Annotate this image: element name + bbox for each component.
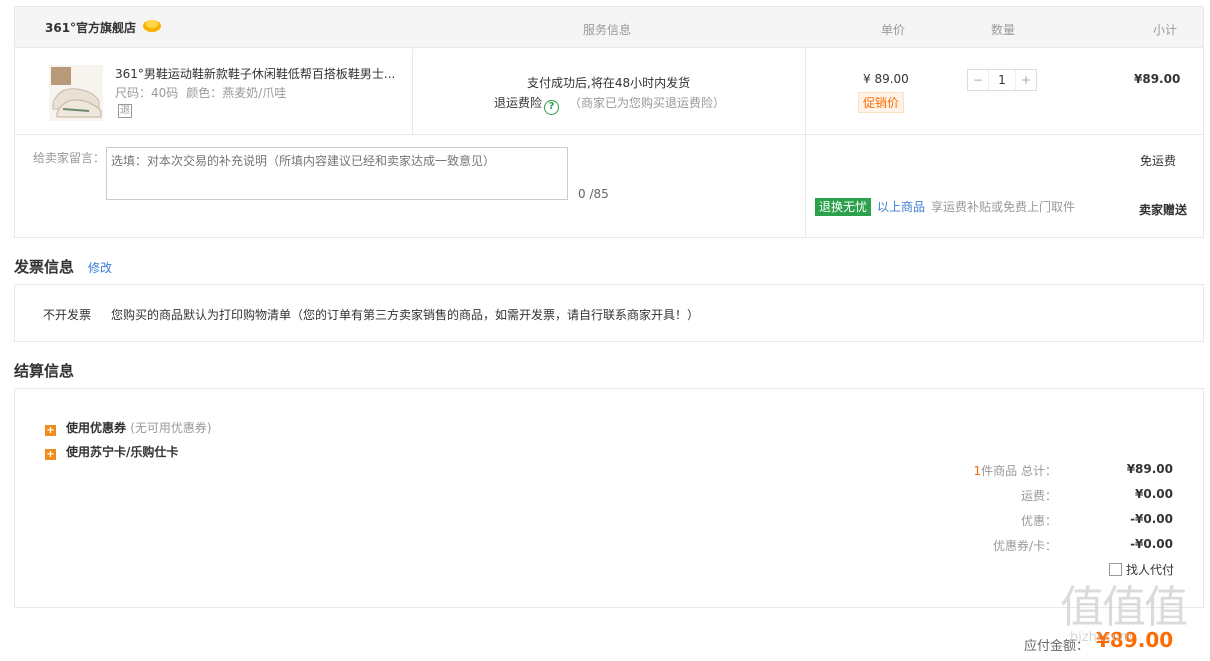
freight-value: ¥0.00: [1135, 487, 1173, 501]
line-subtotal: ¥89.00: [1134, 72, 1181, 86]
return-badge: 退: [118, 104, 132, 118]
product-attributes: 尺码：40码 颜色：燕麦奶/爪哇: [115, 84, 286, 101]
message-label: 给卖家留言：: [33, 151, 106, 165]
invoice-modify-link[interactable]: 修改: [88, 259, 112, 276]
service-shipping-note: 支付成功后,将在48小时内发货: [527, 76, 691, 90]
qty-input[interactable]: 1: [988, 70, 1016, 90]
coupon-label: 使用优惠券: [66, 421, 127, 435]
store-name[interactable]: 361°官方旗舰店: [45, 19, 136, 36]
message-char-count: 0 /85: [578, 187, 609, 201]
invoice-box: 不开发票 您购买的商品默认为打印购物清单（您的订单有第三方卖家销售的商品，如需开…: [14, 284, 1204, 342]
seller-gift: 卖家赠送: [1139, 203, 1188, 217]
message-row: 给卖家留言： 0 /85 免运费 退换无忧以上商品享运费补贴或免费上门取件 卖家…: [15, 135, 1203, 238]
coupon-card-label: 优惠券/卡：: [992, 539, 1057, 553]
card-label: 使用苏宁卡/乐购仕卡: [66, 445, 179, 459]
seller-message-input[interactable]: [106, 147, 568, 200]
settlement-title: 结算信息: [14, 362, 75, 380]
col-service: 服务信息: [583, 23, 632, 37]
use-coupon-toggle[interactable]: + 使用优惠券 (无可用优惠券): [45, 419, 212, 436]
order-box: 361°官方旗舰店 服务信息 单价 数量 小计 361°男鞋运动鞋新款鞋子休闲鞋…: [14, 6, 1204, 238]
expand-plus-icon: +: [45, 449, 56, 460]
above-items-link[interactable]: 以上商品: [877, 200, 925, 214]
divider: [412, 49, 413, 135]
invoice-type: 不开发票: [43, 308, 92, 322]
service-insurance: 退运费险? （商家已为您购买退运费险）: [494, 94, 725, 115]
product-color: 颜色：燕麦奶/爪哇: [186, 86, 287, 100]
qty-decrease-button[interactable]: −: [968, 70, 988, 90]
product-thumbnail[interactable]: [49, 65, 103, 121]
proxy-pay-checkbox[interactable]: 找人代付: [1109, 561, 1174, 578]
quantity-stepper: − 1 +: [967, 69, 1037, 91]
help-icon[interactable]: ?: [544, 100, 560, 115]
proxy-pay-label: 找人代付: [1126, 563, 1175, 577]
settlement-box: + 使用优惠券 (无可用优惠券) + 使用苏宁卡/乐购仕卡 1件商品 总计： ¥89…: [14, 388, 1204, 608]
col-subtotal: 小计: [1153, 23, 1178, 37]
product-row: 361°男鞋运动鞋新款鞋子休闲鞋低帮百搭板鞋男士... 尺码：40码 颜色：燕麦奶…: [15, 49, 1203, 135]
invoice-description: 您购买的商品默认为打印购物清单（您的订单有第三方卖家销售的商品，如需开发票，请自…: [111, 308, 700, 322]
worry-free-tag: 退换无忧: [815, 198, 872, 216]
tag-description: 享运费补贴或免费上门取件: [931, 200, 1076, 214]
product-size: 尺码：40码: [115, 86, 179, 100]
unit-price: ¥ 89.00: [863, 72, 909, 86]
promo-badge: 促销价: [858, 92, 905, 113]
coupon-hint: (无可用优惠券): [130, 421, 212, 435]
discount-label: 优惠：: [1020, 514, 1057, 528]
col-qty: 数量: [991, 23, 1016, 37]
use-card-toggle[interactable]: + 使用苏宁卡/乐购仕卡: [45, 443, 178, 460]
col-price: 单价: [881, 23, 906, 37]
store-badge-icon: [143, 20, 161, 32]
total-value: ¥89.00: [1126, 462, 1173, 476]
freight-label: 运费：: [1020, 489, 1057, 503]
discount-value: -¥0.00: [1130, 512, 1173, 526]
total-label: 1件商品 总计：: [973, 464, 1057, 478]
return-worry-free: 退换无忧 以上商品 享运费补贴或免费上门取件: [815, 198, 1076, 216]
divider: [805, 49, 806, 135]
product-name[interactable]: 361°男鞋运动鞋新款鞋子休闲鞋低帮百搭板鞋男士...: [115, 65, 400, 82]
checkbox-icon: [1109, 563, 1122, 576]
watermark-logo: 值值值: [1060, 582, 1188, 633]
coupon-card-value: -¥0.00: [1130, 537, 1173, 551]
insurance-label: 退运费险: [494, 96, 543, 110]
watermark-url: hizhi.com: [1070, 630, 1133, 645]
qty-increase-button[interactable]: +: [1016, 70, 1036, 90]
insurance-note: （商家已为您购买退运费险）: [569, 96, 726, 110]
invoice-title: 发票信息: [14, 258, 75, 276]
free-shipping: 免运费: [1140, 154, 1177, 168]
divider: [805, 135, 806, 238]
order-header: 361°官方旗舰店 服务信息 单价 数量 小计: [15, 7, 1203, 48]
expand-plus-icon: +: [45, 425, 56, 436]
